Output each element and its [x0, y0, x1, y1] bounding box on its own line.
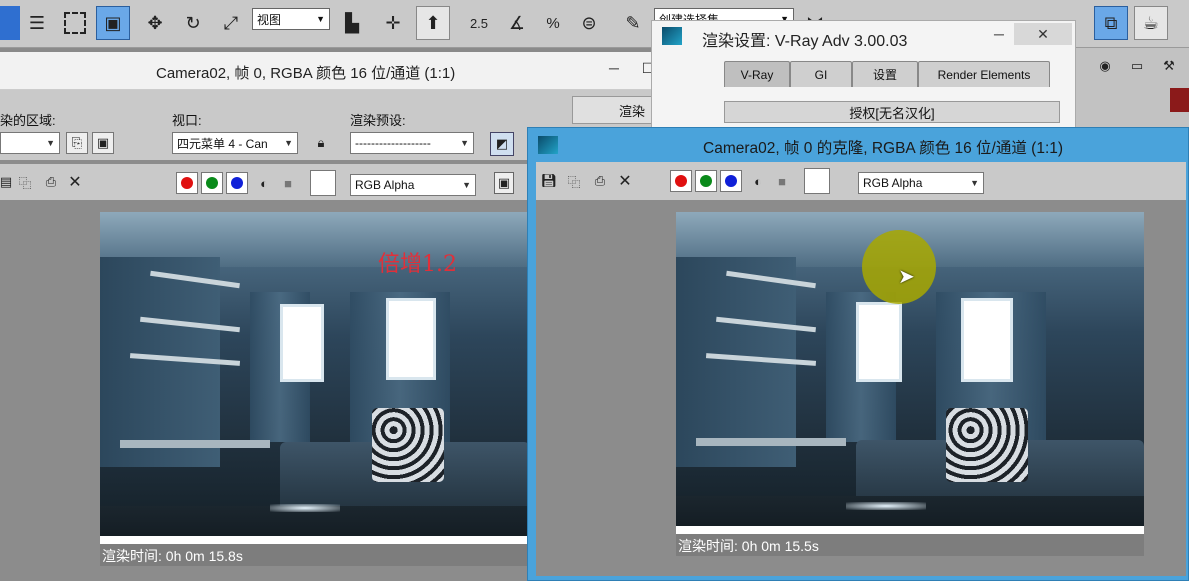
clone-titlebar: Camera02, 帧 0 的克隆, RGBA 颜色 16 位/通道 (1:1)	[528, 128, 1188, 162]
edit-region-icon[interactable]: ⎘	[66, 132, 88, 154]
print-icon[interactable]: ⎙	[40, 172, 62, 192]
pivot-icon[interactable]: ▙	[336, 6, 368, 40]
app-logo-icon	[538, 136, 558, 154]
scene-window	[280, 304, 324, 382]
clone-channel-bar: 💾︎ ⿻ ⎙ ✕ ◐ ■ RGB Alpha ▼	[536, 162, 1186, 200]
tab-render-elements[interactable]: Render Elements	[918, 61, 1050, 87]
region-select-icon[interactable]	[60, 6, 90, 40]
snaps-toggle-icon[interactable]: 2.5	[462, 6, 496, 40]
reference-coord-select[interactable]: 视图 ▼	[252, 8, 330, 30]
toggle-ui-icon[interactable]: ▣	[494, 172, 514, 194]
clone-render-time-bar: 渲染时间: 0h 0m 15.5s	[676, 534, 1144, 556]
license-rollout[interactable]: 授权[无名汉化]	[724, 101, 1060, 123]
angle-snap-icon[interactable]: ∡	[500, 6, 534, 40]
color-swatch[interactable]	[804, 168, 830, 194]
red-channel-toggle[interactable]	[176, 172, 198, 194]
lock-icon[interactable]: 🔒︎	[310, 132, 332, 154]
close-button[interactable]: ✕	[1014, 23, 1072, 45]
color-swatch[interactable]	[310, 170, 336, 196]
mouse-cursor-icon: ➤	[898, 266, 915, 288]
scene-desk	[120, 440, 270, 448]
clone-icon[interactable]: ⿻	[14, 172, 36, 192]
channel-select[interactable]: RGB Alpha ▼	[350, 174, 476, 196]
teapot-render-icon[interactable]: ☕	[1134, 6, 1168, 40]
blue-channel-toggle[interactable]	[226, 172, 248, 194]
scene-glint	[270, 504, 340, 512]
alpha-toggle-icon[interactable]: ◐	[750, 170, 766, 192]
environment-icon[interactable]: ◩	[490, 132, 514, 156]
render-setup-title: 渲染设置: V-Ray Adv 3.00.03	[702, 33, 908, 50]
percent-snap-icon[interactable]: %	[536, 6, 570, 40]
render-setup-icon[interactable]: ⧉	[1094, 6, 1128, 40]
render-setup-titlebar: 渲染设置: V-Ray Adv 3.00.03 ─ ✕	[652, 21, 1075, 51]
spinner-snap-icon[interactable]: ⊜	[574, 6, 604, 40]
keyboard-shortcut-icon[interactable]: ⬆	[416, 6, 450, 40]
scene-pillow	[372, 408, 444, 482]
overlay-annotation: 倍增1.2	[378, 252, 457, 277]
render-setup-window: 渲染设置: V-Ray Adv 3.00.03 ─ ✕ V-Ray GI 设置 …	[651, 20, 1076, 140]
tab-vray[interactable]: V-Ray	[724, 61, 790, 87]
scale-icon[interactable]: ⤢	[216, 6, 246, 40]
clone-render-image: ➤	[676, 212, 1144, 556]
red-channel-toggle[interactable]	[670, 170, 692, 192]
scene-desk	[696, 438, 846, 446]
clear-icon[interactable]: ✕	[614, 170, 636, 192]
channel-select[interactable]: RGB Alpha ▼	[858, 172, 984, 194]
app-logo-icon	[662, 27, 682, 45]
scene-window	[961, 298, 1013, 382]
scene-pillow	[946, 408, 1028, 482]
color-chip[interactable]	[1170, 88, 1189, 112]
render-time-bar: 渲染时间: 0h 0m 15.8s	[100, 544, 530, 566]
edit-named-sel-icon[interactable]: ✎	[618, 6, 648, 40]
preset-select[interactable]: ------------------- ▼	[350, 132, 474, 154]
clone-icon[interactable]: ⿻	[564, 170, 584, 192]
clear-icon[interactable]: ✕	[64, 172, 86, 192]
save-icon[interactable]: ▤	[0, 172, 12, 192]
viewport-label: 视口:	[172, 113, 202, 128]
display-panel-icon[interactable]: ◉	[1094, 56, 1116, 76]
render-time-text: 渲染时间: 0h 0m 15.8s	[102, 548, 243, 564]
green-channel-toggle[interactable]	[695, 170, 717, 192]
mono-toggle-icon[interactable]: ■	[774, 170, 790, 192]
minimize-button[interactable]: ─	[596, 52, 632, 84]
window-crossing-icon[interactable]: ▣	[96, 6, 130, 40]
alpha-toggle-icon[interactable]: ◐	[256, 172, 272, 194]
print-icon[interactable]: ⎙	[590, 170, 610, 192]
scene-window	[386, 298, 436, 380]
move-icon[interactable]: ✥	[140, 6, 170, 40]
blue-channel-toggle[interactable]	[720, 170, 742, 192]
render-time-text: 渲染时间: 0h 0m 15.5s	[678, 538, 819, 554]
viewport-select[interactable]: 四元菜单 4 - Can ▼	[172, 132, 298, 154]
render-setup-tabs: V-Ray GI 设置 Render Elements	[724, 61, 1064, 89]
tab-settings[interactable]: 设置	[852, 61, 918, 87]
select-list-icon[interactable]: ☰	[22, 6, 52, 40]
render-frame-title: Camera02, 帧 0, RGBA 颜色 16 位/通道 (1:1)	[156, 65, 456, 82]
minimize-button[interactable]: ─	[986, 21, 1012, 47]
render-area-select[interactable]: ▼	[0, 132, 60, 154]
green-channel-toggle[interactable]	[201, 172, 223, 194]
auto-region-icon[interactable]: ▣	[92, 132, 114, 154]
clone-image-area: ➤ 渲染时间: 0h 0m 15.5s	[536, 200, 1186, 576]
scene-window	[856, 302, 902, 382]
mono-toggle-icon[interactable]: ■	[280, 172, 296, 194]
render-frame-titlebar: Camera02, 帧 0, RGBA 颜色 16 位/通道 (1:1) ─ ☐…	[0, 52, 720, 90]
clone-title: Camera02, 帧 0 的克隆, RGBA 颜色 16 位/通道 (1:1)	[703, 140, 1064, 157]
render-image: 倍增1.2	[100, 212, 530, 566]
utilities-panel-icon[interactable]: ▭	[1126, 56, 1148, 76]
scene-glint	[846, 502, 926, 510]
select-manipulate-icon[interactable]: ✛	[378, 6, 408, 40]
rotate-icon[interactable]: ↻	[178, 6, 208, 40]
render-area-label: 染的区域:	[0, 113, 56, 128]
toolbar-edge	[0, 6, 20, 40]
hammer-icon[interactable]: ⚒	[1158, 56, 1180, 76]
clone-frame-window: Camera02, 帧 0 的克隆, RGBA 颜色 16 位/通道 (1:1)…	[527, 127, 1189, 581]
command-panel: ◉ ▭ ⚒	[1076, 48, 1189, 132]
tab-gi[interactable]: GI	[790, 61, 852, 87]
preset-label: 渲染预设:	[350, 113, 406, 128]
save-icon[interactable]: 💾︎	[540, 170, 558, 192]
